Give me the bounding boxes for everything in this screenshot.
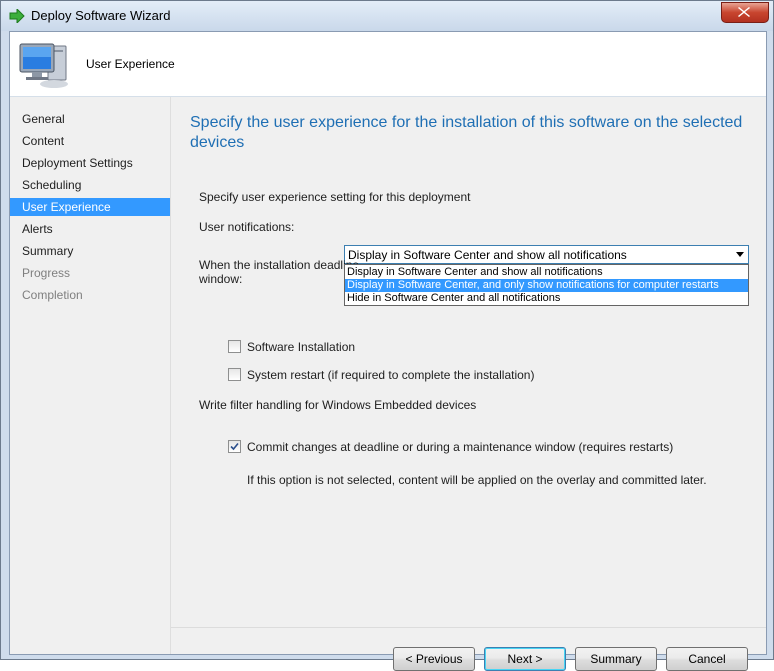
summary-button[interactable]: Summary xyxy=(575,647,657,671)
dropdown-option[interactable]: Display in Software Center and show all … xyxy=(345,266,748,279)
wizard-client-area: User Experience General Content Deployme… xyxy=(9,31,767,671)
nav-item-general[interactable]: General xyxy=(10,110,170,128)
dropdown-option-highlighted[interactable]: Display in Software Center, and only sho… xyxy=(345,279,748,292)
close-button[interactable] xyxy=(721,2,769,23)
deadline-label-continued: window: xyxy=(199,272,243,286)
dropdown-option[interactable]: Hide in Software Center and all notifica… xyxy=(345,292,748,305)
next-button[interactable]: Next > xyxy=(484,647,566,671)
system-restart-checkbox[interactable] xyxy=(228,368,241,381)
footer-divider xyxy=(171,627,766,628)
user-notifications-select[interactable]: Display in Software Center and show all … xyxy=(344,245,749,264)
green-arrow-icon xyxy=(9,7,25,25)
software-installation-checkbox[interactable] xyxy=(228,340,241,353)
commit-changes-label[interactable]: Commit changes at deadline or during a m… xyxy=(247,440,673,454)
nav-item-alerts[interactable]: Alerts xyxy=(10,220,170,238)
title-bar[interactable]: Deploy Software Wizard xyxy=(1,1,773,31)
commit-note: If this option is not selected, content … xyxy=(247,473,707,487)
close-icon xyxy=(738,7,750,17)
dropdown-arrow-icon[interactable] xyxy=(736,252,744,257)
cancel-button[interactable]: Cancel xyxy=(666,647,748,671)
commit-changes-checkbox[interactable] xyxy=(228,440,241,453)
checkmark-icon xyxy=(230,442,239,451)
nav-item-user-experience[interactable]: User Experience xyxy=(10,198,170,216)
wizard-navigation: General Content Deployment Settings Sche… xyxy=(10,97,171,654)
computer-icon xyxy=(18,40,70,90)
previous-button[interactable]: < Previous xyxy=(393,647,475,671)
nav-item-content[interactable]: Content xyxy=(10,132,170,150)
nav-item-scheduling[interactable]: Scheduling xyxy=(10,176,170,194)
page-content: Specify the user experience for the inst… xyxy=(171,97,766,671)
nav-item-completion: Completion xyxy=(22,288,83,302)
nav-item-progress: Progress xyxy=(22,266,71,280)
page-title: Specify the user experience for the inst… xyxy=(190,114,743,151)
wizard-window: Deploy Software Wizard User Experience G… xyxy=(0,0,774,671)
user-notifications-label: User notifications: xyxy=(199,220,295,234)
write-filter-label: Write filter handling for Windows Embedd… xyxy=(199,398,477,412)
nav-item-deployment-settings[interactable]: Deployment Settings xyxy=(10,154,170,172)
header-title: User Experience xyxy=(86,57,175,71)
user-notifications-value: Display in Software Center and show all … xyxy=(348,248,627,262)
wizard-header: User Experience xyxy=(10,32,766,97)
deadline-label: When the installation deadline xyxy=(199,258,360,272)
user-notifications-dropdown-list: Display in Software Center and show all … xyxy=(344,264,749,306)
section-label: Specify user experience setting for this… xyxy=(199,190,471,204)
software-installation-label[interactable]: Software Installation xyxy=(247,340,355,354)
system-restart-label[interactable]: System restart (if required to complete … xyxy=(247,368,534,382)
window-title: Deploy Software Wizard xyxy=(31,8,171,23)
nav-item-summary[interactable]: Summary xyxy=(10,242,170,260)
